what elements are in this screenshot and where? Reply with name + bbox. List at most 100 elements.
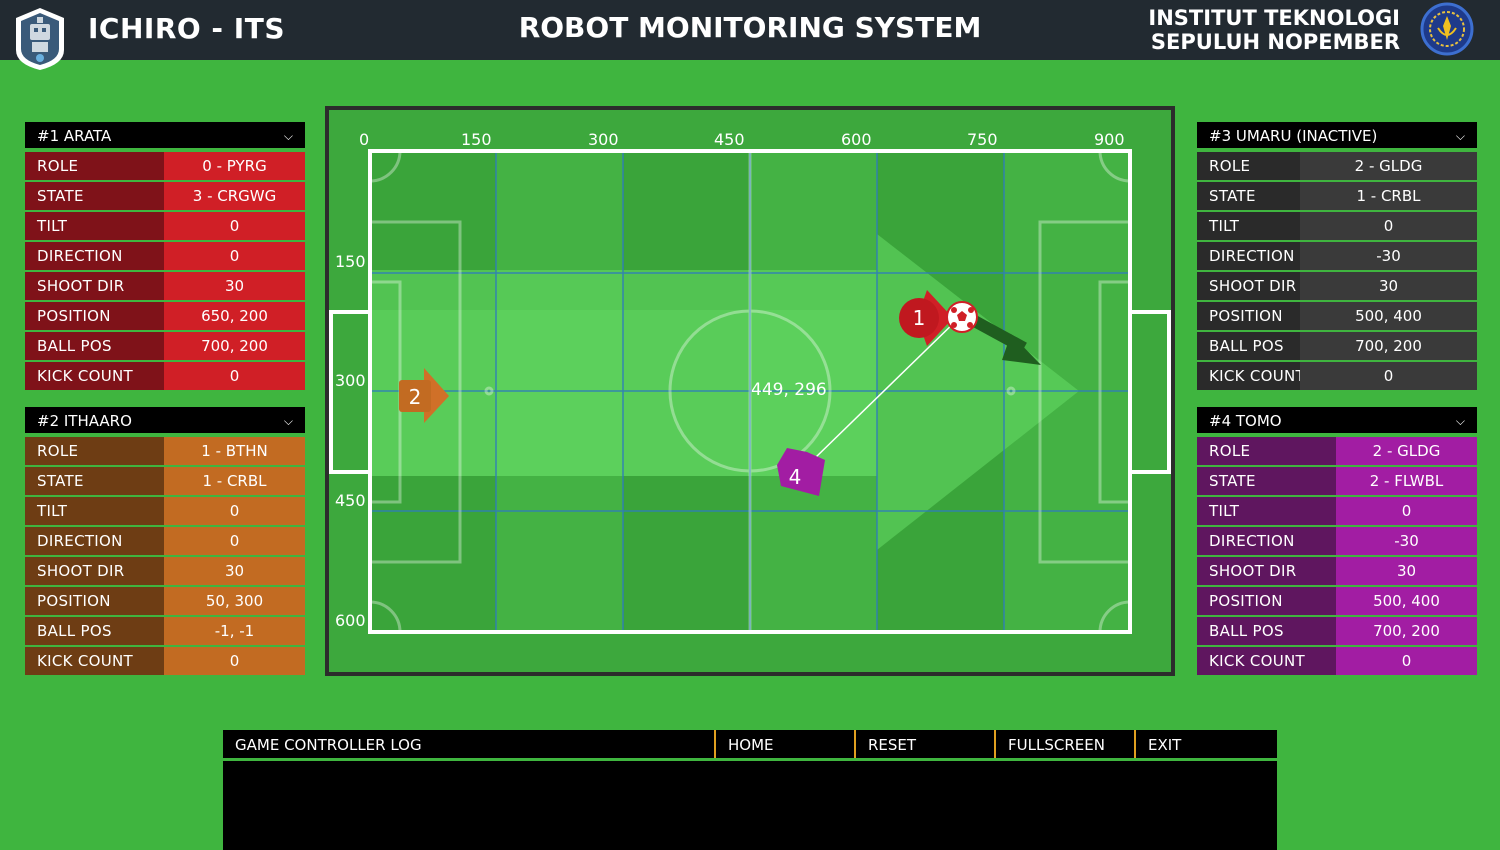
- robot-row: POSITION 500, 400: [1197, 587, 1477, 615]
- y-tick-label: 150: [335, 252, 366, 271]
- row-value: 1 - CRBL: [164, 467, 305, 495]
- row-label: BALL POS: [1197, 617, 1336, 645]
- robot-panel-header[interactable]: #1 ARATA ⌵: [25, 122, 305, 150]
- row-value: 2 - GLDG: [1300, 152, 1477, 180]
- row-label: BALL POS: [25, 332, 164, 360]
- row-label: STATE: [25, 182, 164, 210]
- row-label: STATE: [25, 467, 164, 495]
- row-value: 30: [1300, 272, 1477, 300]
- row-value: 0: [164, 527, 305, 555]
- robot-row: POSITION 500, 400: [1197, 302, 1477, 330]
- robot-row: STATE 1 - CRBL: [1197, 182, 1477, 210]
- robot-panel-header[interactable]: #4 TOMO ⌵: [1197, 407, 1477, 435]
- row-value: -1, -1: [164, 617, 305, 645]
- robot-row: BALL POS 700, 200: [1197, 332, 1477, 360]
- robot-panel-header[interactable]: #3 UMARU (INACTIVE) ⌵: [1197, 122, 1477, 150]
- robot-row: KICK COUNT 0: [1197, 647, 1477, 675]
- row-value: 0: [164, 362, 305, 390]
- robot-row: DIRECTION 0: [25, 527, 305, 555]
- row-label: KICK COUNT: [1197, 362, 1300, 390]
- row-value: 700, 200: [164, 332, 305, 360]
- robot-title: #2 ITHAARO: [37, 412, 132, 430]
- cursor-coordinate-readout: 449, 296: [751, 380, 827, 400]
- robot-row: TILT 0: [25, 212, 305, 240]
- chevron-down-icon[interactable]: ⌵: [284, 122, 293, 150]
- robot-row: STATE 2 - FLWBL: [1197, 467, 1477, 495]
- row-label: STATE: [1197, 182, 1300, 210]
- robot-row: ROLE 1 - BTHN: [25, 437, 305, 465]
- robot-row: ROLE 2 - GLDG: [1197, 437, 1477, 465]
- x-tick-label: 900: [1094, 130, 1125, 149]
- row-value: -30: [1336, 527, 1477, 555]
- y-tick-label: 300: [335, 371, 366, 390]
- row-label: SHOOT DIR: [1197, 557, 1336, 585]
- field-view[interactable]: 0 150 300 450 600 750 900 150 300 450 60…: [325, 106, 1175, 676]
- row-value: 2 - GLDG: [1336, 437, 1477, 465]
- row-value: 0: [164, 497, 305, 525]
- robot-row: TILT 0: [25, 497, 305, 525]
- x-tick-label: 600: [841, 130, 872, 149]
- row-label: BALL POS: [1197, 332, 1300, 360]
- row-label: ROLE: [1197, 152, 1300, 180]
- row-value: 30: [1336, 557, 1477, 585]
- robot-panel-header[interactable]: #2 ITHAARO ⌵: [25, 407, 305, 435]
- row-value: 30: [164, 557, 305, 585]
- row-label: KICK COUNT: [25, 362, 164, 390]
- robot-row: STATE 1 - CRBL: [25, 467, 305, 495]
- row-label: ROLE: [1197, 437, 1336, 465]
- robot-row: POSITION 650, 200: [25, 302, 305, 330]
- chevron-down-icon[interactable]: ⌵: [1456, 122, 1465, 150]
- row-label: STATE: [1197, 467, 1336, 495]
- row-value: 700, 200: [1300, 332, 1477, 360]
- robot-row: SHOOT DIR 30: [1197, 272, 1477, 300]
- robot-row: BALL POS 700, 200: [25, 332, 305, 360]
- row-value: 650, 200: [164, 302, 305, 330]
- row-label: TILT: [1197, 497, 1336, 525]
- robot-row: SHOOT DIR 30: [25, 557, 305, 585]
- row-value: 0: [164, 212, 305, 240]
- row-label: SHOOT DIR: [1197, 272, 1300, 300]
- institute-logo: [1420, 2, 1474, 56]
- row-value: 0: [1300, 212, 1477, 240]
- robot-panel-2: #2 ITHAARO ⌵ ROLE 1 - BTHN STATE 1 - CRBL …: [25, 407, 305, 675]
- robot-row: KICK COUNT 0: [25, 362, 305, 390]
- soccer-field[interactable]: 0 150 300 450 600 750 900 150 300 450 60…: [329, 110, 1171, 672]
- robot-number: 2: [409, 385, 422, 409]
- robot-panel-1: #1 ARATA ⌵ ROLE 0 - PYRG STATE 3 - CRGWG T…: [25, 122, 305, 390]
- row-label: KICK COUNT: [25, 647, 164, 675]
- y-tick-label: 600: [335, 611, 366, 630]
- bottom-toolbar: GAME CONTROLLER LOG HOME RESET FULLSCREE…: [223, 730, 1277, 760]
- x-tick-label: 150: [461, 130, 492, 149]
- chevron-down-icon[interactable]: ⌵: [1456, 407, 1465, 435]
- robot-row: BALL POS 700, 200: [1197, 617, 1477, 645]
- row-value: 1 - CRBL: [1300, 182, 1477, 210]
- robot-title: #1 ARATA: [37, 127, 112, 145]
- reset-button[interactable]: RESET: [856, 730, 996, 758]
- robot-number: 4: [789, 465, 802, 489]
- row-value: 3 - CRGWG: [164, 182, 305, 210]
- institute-line-1: INSTITUT TEKNOLOGI: [1148, 6, 1400, 30]
- game-controller-log[interactable]: [223, 761, 1277, 850]
- robot-row: ROLE 0 - PYRG: [25, 152, 305, 180]
- robot-panel-4: #4 TOMO ⌵ ROLE 2 - GLDG STATE 2 - FLWBL TI…: [1197, 407, 1477, 675]
- row-value: 500, 400: [1336, 587, 1477, 615]
- robot-title: #3 UMARU (INACTIVE): [1209, 127, 1378, 145]
- robot-row: DIRECTION -30: [1197, 242, 1477, 270]
- row-label: BALL POS: [25, 617, 164, 645]
- exit-button[interactable]: EXIT: [1136, 730, 1277, 758]
- row-label: DIRECTION: [1197, 242, 1300, 270]
- home-button[interactable]: HOME: [716, 730, 856, 758]
- row-label: TILT: [1197, 212, 1300, 240]
- robot-row: STATE 3 - CRGWG: [25, 182, 305, 210]
- row-value: 50, 300: [164, 587, 305, 615]
- robot-row: TILT 0: [1197, 497, 1477, 525]
- row-label: DIRECTION: [25, 242, 164, 270]
- row-label: POSITION: [1197, 302, 1300, 330]
- chevron-down-icon[interactable]: ⌵: [284, 407, 293, 435]
- fullscreen-button[interactable]: FULLSCREEN: [996, 730, 1136, 758]
- row-value: 0: [1336, 497, 1477, 525]
- ball-icon: [946, 301, 978, 333]
- robot-number: 1: [913, 306, 926, 330]
- row-label: TILT: [25, 497, 164, 525]
- row-label: ROLE: [25, 437, 164, 465]
